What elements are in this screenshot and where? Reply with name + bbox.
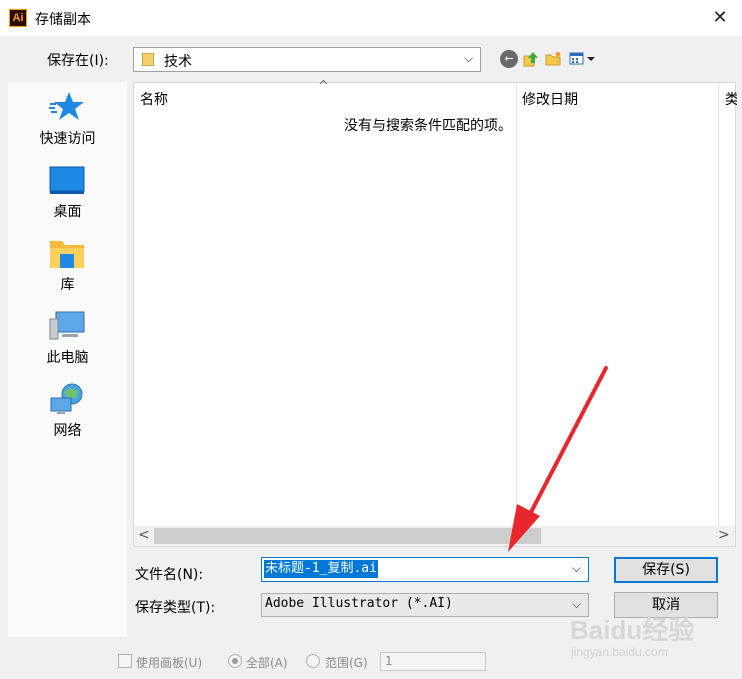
- range-label: 范围(G): [325, 656, 368, 670]
- baidu-watermark-url: jingyan.baidu.com: [571, 645, 668, 659]
- column-header-date[interactable]: 修改日期: [522, 89, 578, 109]
- filename-value[interactable]: 未标题-1_复制.ai: [264, 560, 378, 578]
- place-this-pc[interactable]: 此电脑: [8, 303, 127, 375]
- filename-label: 文件名(N):: [135, 567, 204, 583]
- up-folder-icon[interactable]: [522, 50, 540, 68]
- place-quick-access[interactable]: 快速访问: [8, 84, 127, 156]
- place-library[interactable]: 库: [8, 230, 127, 302]
- baidu-watermark-logo: Baidu经验: [570, 615, 695, 645]
- save-in-label: 保存在(I):: [47, 53, 109, 69]
- range-value: 1: [385, 654, 393, 668]
- column-header-type[interactable]: 类: [725, 89, 737, 109]
- chevron-down-icon[interactable]: ⌵: [464, 51, 473, 66]
- illustrator-app-icon: Ai: [9, 9, 27, 27]
- back-icon[interactable]: ←: [500, 50, 518, 68]
- all-radio[interactable]: [228, 654, 242, 668]
- close-button[interactable]: ✕: [706, 4, 734, 32]
- place-desktop[interactable]: 桌面: [8, 157, 127, 229]
- place-label: 网络: [53, 423, 82, 439]
- filename-input[interactable]: 未标题-1_复制.ai ⌵: [261, 557, 589, 582]
- file-list[interactable]: 名称 ^ 修改日期 类 没有与搜索条件匹配的项。 < >: [133, 79, 737, 547]
- sort-ascending-icon: ^: [318, 79, 329, 94]
- save-in-value: 技术: [164, 54, 192, 70]
- column-header-name[interactable]: 名称: [140, 89, 168, 109]
- title-bar: Ai 存储副本 ✕: [0, 0, 742, 36]
- place-label: 此电脑: [46, 350, 89, 366]
- use-artboards-checkbox[interactable]: [118, 654, 132, 668]
- save-in-dropdown[interactable]: 技术 ⌵: [133, 47, 481, 72]
- new-folder-icon[interactable]: [545, 50, 563, 68]
- view-menu-icon[interactable]: [569, 50, 597, 68]
- use-artboards-label: 使用画板(U): [136, 656, 203, 670]
- places-bar: 快速访问 桌面 库 此电脑 网络: [8, 82, 127, 637]
- horizontal-scrollbar[interactable]: < >: [134, 526, 735, 546]
- computer-icon: [48, 309, 86, 343]
- place-network[interactable]: 网络: [8, 376, 127, 448]
- scroll-right-icon[interactable]: >: [718, 527, 730, 543]
- star-icon: [48, 90, 86, 124]
- radio-dot: [232, 658, 238, 664]
- column-divider[interactable]: [516, 83, 517, 526]
- empty-results-message: 没有与搜索条件匹配的项。: [344, 118, 512, 134]
- chevron-down-icon[interactable]: ⌵: [572, 561, 581, 576]
- scrollbar-thumb[interactable]: [154, 528, 541, 544]
- place-label: 快速访问: [39, 131, 96, 147]
- desktop-icon: [48, 163, 86, 197]
- scroll-left-icon[interactable]: <: [138, 527, 150, 543]
- window-title: 存储副本: [35, 12, 91, 28]
- filetype-label: 保存类型(T):: [135, 600, 216, 616]
- folder-icon: [142, 53, 154, 66]
- place-label: 库: [60, 277, 75, 293]
- filetype-dropdown[interactable]: Adobe Illustrator (*.AI) ⌵: [261, 593, 589, 617]
- filetype-value: Adobe Illustrator (*.AI): [265, 596, 453, 611]
- library-icon: [48, 236, 86, 270]
- save-button[interactable]: 保存(S): [614, 557, 718, 583]
- column-divider[interactable]: [718, 83, 719, 526]
- range-input[interactable]: 1: [380, 652, 486, 671]
- range-radio[interactable]: [306, 654, 320, 668]
- all-label: 全部(A): [246, 656, 288, 670]
- network-icon: [48, 382, 86, 416]
- place-label: 桌面: [53, 204, 82, 220]
